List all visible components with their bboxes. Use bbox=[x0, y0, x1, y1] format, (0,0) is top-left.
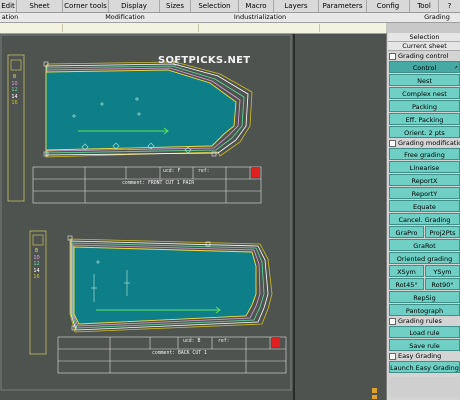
checkbox-icon[interactable] bbox=[389, 52, 396, 60]
section-label: Easy Grading bbox=[398, 352, 442, 360]
menu-parameters[interactable]: Parameters bbox=[319, 0, 367, 12]
rot90-button[interactable]: Rot90° bbox=[425, 278, 460, 290]
status-cell bbox=[199, 24, 320, 32]
menu-edit[interactable]: Edit bbox=[0, 0, 17, 12]
corner-marker bbox=[372, 395, 377, 399]
section-grading-control[interactable]: Grading control bbox=[388, 52, 460, 60]
grapro-button[interactable]: GraPro bbox=[389, 226, 424, 238]
watermark-text: SOFTPICKS.NET bbox=[158, 55, 251, 66]
menu-macro[interactable]: Macro bbox=[239, 0, 274, 12]
tab-industrialization-prefix[interactable]: ation bbox=[0, 13, 20, 22]
corner-marker bbox=[372, 388, 377, 393]
menu-bar: Edit Sheet Corner tools Display Sizes Se… bbox=[0, 0, 460, 13]
menu-help-icon[interactable]: ? bbox=[439, 0, 460, 12]
complex-nest-button[interactable]: Complex nest bbox=[389, 87, 460, 99]
pantograph-button[interactable]: Pantograph bbox=[389, 304, 460, 316]
section-easy-grading[interactable]: Easy Grading bbox=[388, 352, 460, 360]
menu-display[interactable]: Display bbox=[109, 0, 160, 12]
status-cell bbox=[0, 24, 63, 32]
button-label: Control bbox=[412, 64, 437, 72]
rot45-button[interactable]: Rot45° bbox=[389, 278, 424, 290]
tab-row: ation Modification Industrialization Gra… bbox=[0, 13, 460, 23]
menu-sizes[interactable]: Sizes bbox=[160, 0, 191, 12]
piece-body bbox=[73, 246, 257, 325]
front-ref-label: ref: bbox=[198, 169, 210, 174]
menu-config[interactable]: Config bbox=[367, 0, 410, 12]
checkbox-icon[interactable] bbox=[389, 352, 396, 360]
size-label: 12 bbox=[11, 87, 18, 93]
save-rule-button[interactable]: Save rule bbox=[389, 339, 460, 351]
pattern-canvas[interactable]: SOFTPICKS.NET 8 10 12 14 16 8 10 12 14 1… bbox=[0, 34, 386, 400]
menu-corner-tools[interactable]: Corner tools bbox=[63, 0, 109, 12]
oriented-grading-button[interactable]: Oriented grading bbox=[389, 252, 460, 264]
tool-status-row bbox=[0, 23, 386, 34]
section-label: Grading rules bbox=[398, 317, 442, 325]
section-label: Grading control bbox=[398, 52, 449, 60]
corner-tick-icon: ↗ bbox=[453, 65, 458, 71]
front-size-list: 8 10 12 14 16 bbox=[10, 74, 19, 107]
back-status-marker bbox=[272, 337, 280, 347]
grarot-button[interactable]: GraRot bbox=[389, 239, 460, 251]
checkbox-icon[interactable] bbox=[389, 139, 396, 147]
orient-button[interactable]: Orient. 2 pts bbox=[389, 126, 460, 138]
linearise-button[interactable]: Linearise bbox=[389, 161, 460, 173]
size-label: 12 bbox=[33, 261, 40, 267]
front-status-marker bbox=[252, 167, 260, 177]
section-grading-rules[interactable]: Grading rules bbox=[388, 317, 460, 325]
menu-sheet[interactable]: Sheet bbox=[17, 0, 63, 12]
front-code-label: ucd: F bbox=[163, 169, 181, 174]
front-comment: comment: FRONT CUT 1 PAIR bbox=[122, 181, 195, 186]
panel-selection-header[interactable]: Selection bbox=[388, 33, 460, 42]
xsym-button[interactable]: XSym bbox=[389, 265, 424, 277]
size-label: 16 bbox=[33, 274, 40, 280]
proj2pts-button[interactable]: Proj2Pts bbox=[425, 226, 460, 238]
menu-layers[interactable]: Layers bbox=[274, 0, 319, 12]
back-size-list: 8 10 12 14 16 bbox=[32, 248, 41, 281]
panel-current-sheet[interactable]: Current sheet bbox=[388, 42, 460, 51]
repsig-button[interactable]: RepSig bbox=[389, 291, 460, 303]
equate-button[interactable]: Equate bbox=[389, 200, 460, 212]
size-label: 16 bbox=[11, 100, 18, 106]
piece-body bbox=[45, 69, 237, 151]
control-button[interactable]: Control ↗ bbox=[389, 61, 460, 73]
tab-grading[interactable]: Grading bbox=[414, 13, 460, 22]
menu-tool[interactable]: Tool bbox=[410, 0, 439, 12]
packing-button[interactable]: Packing bbox=[389, 100, 460, 112]
menu-selection[interactable]: Selection bbox=[191, 0, 239, 12]
status-cell bbox=[63, 24, 199, 32]
grading-panel: Selection Current sheet Grading control … bbox=[386, 33, 460, 400]
tab-modification[interactable]: Modification bbox=[65, 13, 185, 22]
ysym-button[interactable]: YSym bbox=[425, 265, 460, 277]
reportx-button[interactable]: ReportX bbox=[389, 174, 460, 186]
front-pattern-piece bbox=[43, 60, 253, 158]
nest-button[interactable]: Nest bbox=[389, 74, 460, 86]
launch-easy-grading-button[interactable]: Launch Easy Grading bbox=[389, 361, 460, 373]
back-ref-label: ref: bbox=[218, 339, 230, 344]
panel-empty-area bbox=[389, 377, 460, 397]
load-rule-button[interactable]: Load rule bbox=[389, 326, 460, 338]
checkbox-icon[interactable] bbox=[389, 317, 396, 325]
pattern-drawing bbox=[0, 34, 377, 400]
back-comment: comment: BACK CUT 1 bbox=[152, 351, 207, 356]
back-pattern-piece bbox=[67, 235, 273, 333]
eff-packing-button[interactable]: Eff. Packing bbox=[389, 113, 460, 125]
free-grading-button[interactable]: Free grading bbox=[389, 148, 460, 160]
section-label: Grading modification bbox=[398, 139, 460, 147]
tab-industrialization[interactable]: Industrialization bbox=[200, 13, 320, 22]
back-code-label: ucd: B bbox=[183, 339, 201, 344]
cancel-grading-button[interactable]: Cancel. Grading bbox=[389, 213, 460, 225]
section-grading-modification[interactable]: Grading modification bbox=[388, 139, 460, 147]
reporty-button[interactable]: ReportY bbox=[389, 187, 460, 199]
